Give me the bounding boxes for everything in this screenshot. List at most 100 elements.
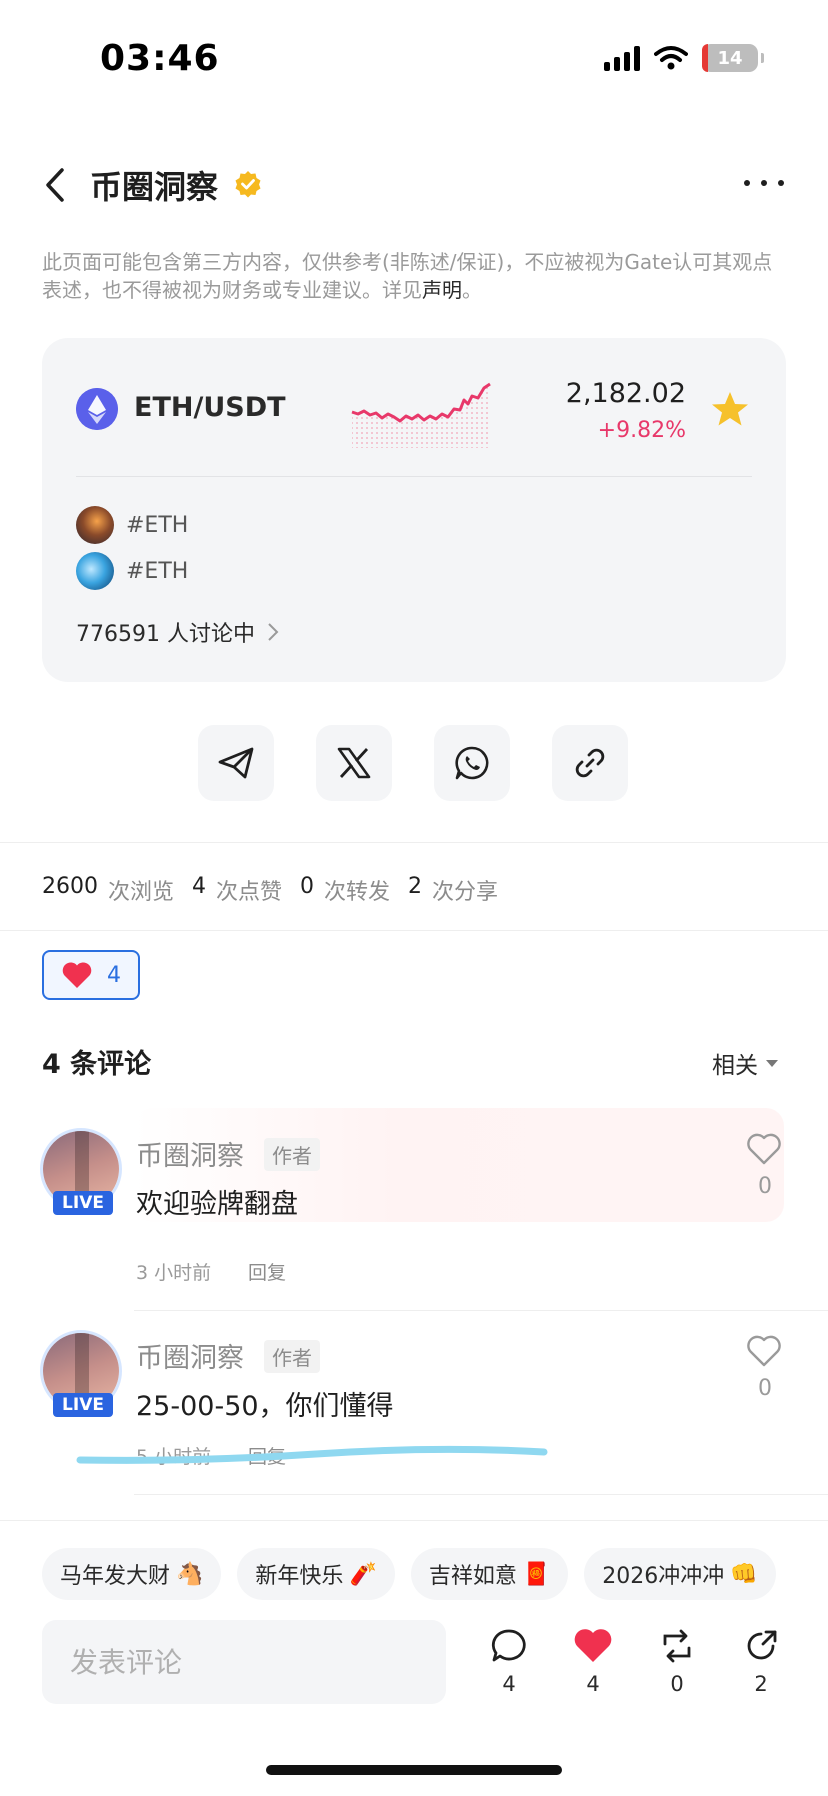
price: 2,182.02 [565,378,686,409]
divider [134,1494,828,1495]
comments-action[interactable]: 4 [488,1628,530,1696]
commenter-avatar[interactable]: LIVE [40,1128,122,1215]
quick-phrase-chip[interactable]: 马年发大财 🐴 [42,1548,222,1600]
red-envelope-emoji-icon: 🧧 [522,1561,551,1587]
battery-level: 14 [717,47,743,69]
more-options-icon[interactable] [744,180,784,186]
disclaimer: 此页面可能包含第三方内容，仅供参考(非陈述/保证)，不应被视为Gate认可其观点… [42,248,788,304]
link-icon [575,748,605,778]
price-sparkline [351,382,491,448]
cellular-signal-icon [604,45,640,71]
action-bar: 4 4 0 2 [488,1628,782,1696]
quick-phrase-text: 马年发大财 [60,1564,171,1589]
reposts-label: 次转发 [324,880,391,905]
reposts-count: 0 [300,874,315,899]
divider [134,1310,828,1311]
reaction-chip[interactable]: 4 [42,950,140,1000]
hand-drawn-underline [76,1445,548,1464]
views-label: 次浏览 [108,880,175,905]
disclaimer-end: 。 [462,278,482,302]
status-time: 03:46 [100,38,220,79]
heart-outline-icon[interactable] [746,1334,782,1368]
wifi-icon [654,46,688,70]
card-divider [76,476,752,477]
live-badge: LIVE [53,1393,113,1417]
status-icons: 14 [604,44,764,72]
share-telegram-button[interactable] [198,725,274,801]
sort-dropdown[interactable]: 相关 [712,1046,778,1080]
like-action[interactable]: 4 [572,1628,614,1696]
views-count: 2600 [42,874,98,899]
divider [0,1520,828,1521]
paper-plane-icon [218,747,254,779]
quick-phrase-text: 吉祥如意 [428,1564,517,1589]
share-action[interactable]: 2 [740,1628,782,1696]
firecracker-emoji-icon: 🧨 [349,1561,377,1587]
caret-down-icon [766,1059,778,1067]
heart-filled-icon [574,1629,612,1662]
price-change: +9.82% [597,418,686,443]
comment-time: 3 小时前 [136,1262,212,1284]
status-bar: 03:46 14 [0,0,828,120]
disclaimer-link[interactable]: 声明 [422,278,462,302]
quick-phrases: 马年发大财 🐴 新年快乐 🧨 吉祥如意 🧧 2026冲冲冲 👊 [42,1548,776,1600]
share-x-button[interactable] [316,725,392,801]
comment-text: 欢迎验牌翻盘 [136,1189,298,1220]
quick-phrase-chip[interactable]: 吉祥如意 🧧 [410,1548,569,1600]
comment-text: 25-00-50，你们懂得 [136,1391,394,1422]
divider [0,842,828,843]
page-title: 币圈洞察 [90,168,219,206]
topic-item[interactable]: #ETH [76,506,188,544]
commenter-avatar[interactable]: LIVE [40,1330,122,1417]
shares-count: 2 [408,874,423,899]
likes-label: 次点赞 [216,880,283,905]
reaction-count: 4 [107,962,121,988]
quick-phrase-text: 新年快乐 [255,1564,344,1589]
share-whatsapp-button[interactable] [434,725,510,801]
market-card[interactable]: ETH/USDT 2,182.02 +9.82% #ETH #ETH 77659… [42,338,786,682]
author-tag: 作者 [264,1138,320,1171]
author-tag: 作者 [264,1340,320,1373]
back-arrow-icon[interactable] [36,162,76,208]
repost-icon [663,1629,691,1663]
comments-title: 4 条评论 [42,1049,152,1080]
topic-label: #ETH [126,512,189,538]
horse-emoji-icon: 🐴 [176,1561,204,1587]
shares-label: 次分享 [432,880,499,905]
comment-input[interactable] [42,1620,446,1704]
comment-like-count: 0 [758,1174,772,1199]
copy-link-button[interactable] [552,725,628,801]
heart-icon [62,962,92,988]
heart-outline-icon[interactable] [746,1132,782,1166]
favorite-star-icon[interactable] [710,390,750,428]
verified-badge-icon [235,171,261,198]
quick-phrase-chip[interactable]: 新年快乐 🧨 [237,1548,395,1600]
x-logo-icon [337,747,371,779]
repost-action[interactable]: 0 [656,1628,698,1696]
comment-like-count: 0 [758,1376,772,1401]
discussion-count[interactable]: 776591 人讨论中 [76,616,279,648]
share-row [198,725,628,801]
commenter-name[interactable]: 币圈洞察 [136,1336,244,1375]
disclaimer-text: 此页面可能包含第三方内容，仅供参考(非陈述/保证)，不应被视为Gate认可其观点… [42,250,773,302]
home-indicator [266,1765,562,1775]
reposts-action-count: 0 [670,1672,684,1696]
header: 币圈洞察 [0,140,828,230]
live-badge: LIVE [53,1191,113,1215]
likes-action-count: 4 [586,1672,600,1696]
battery-icon: 14 [702,44,764,72]
fist-emoji-icon: 👊 [730,1561,758,1587]
reply-button[interactable]: 回复 [248,1258,286,1285]
chevron-right-icon [268,623,279,641]
topic-avatar [76,506,114,544]
topic-item[interactable]: #ETH [76,552,188,590]
commenter-name[interactable]: 币圈洞察 [136,1134,244,1173]
comments-count: 4 [502,1672,516,1696]
topic-avatar [76,552,114,590]
discussion-count-text: 776591 人讨论中 [76,622,255,647]
quick-phrase-text: 2026冲冲冲 [602,1564,725,1589]
topic-label: #ETH [126,558,189,584]
quick-phrase-chip[interactable]: 2026冲冲冲 👊 [584,1548,776,1600]
comment-bubble-icon [491,1629,526,1662]
trading-pair: ETH/USDT [134,392,286,423]
